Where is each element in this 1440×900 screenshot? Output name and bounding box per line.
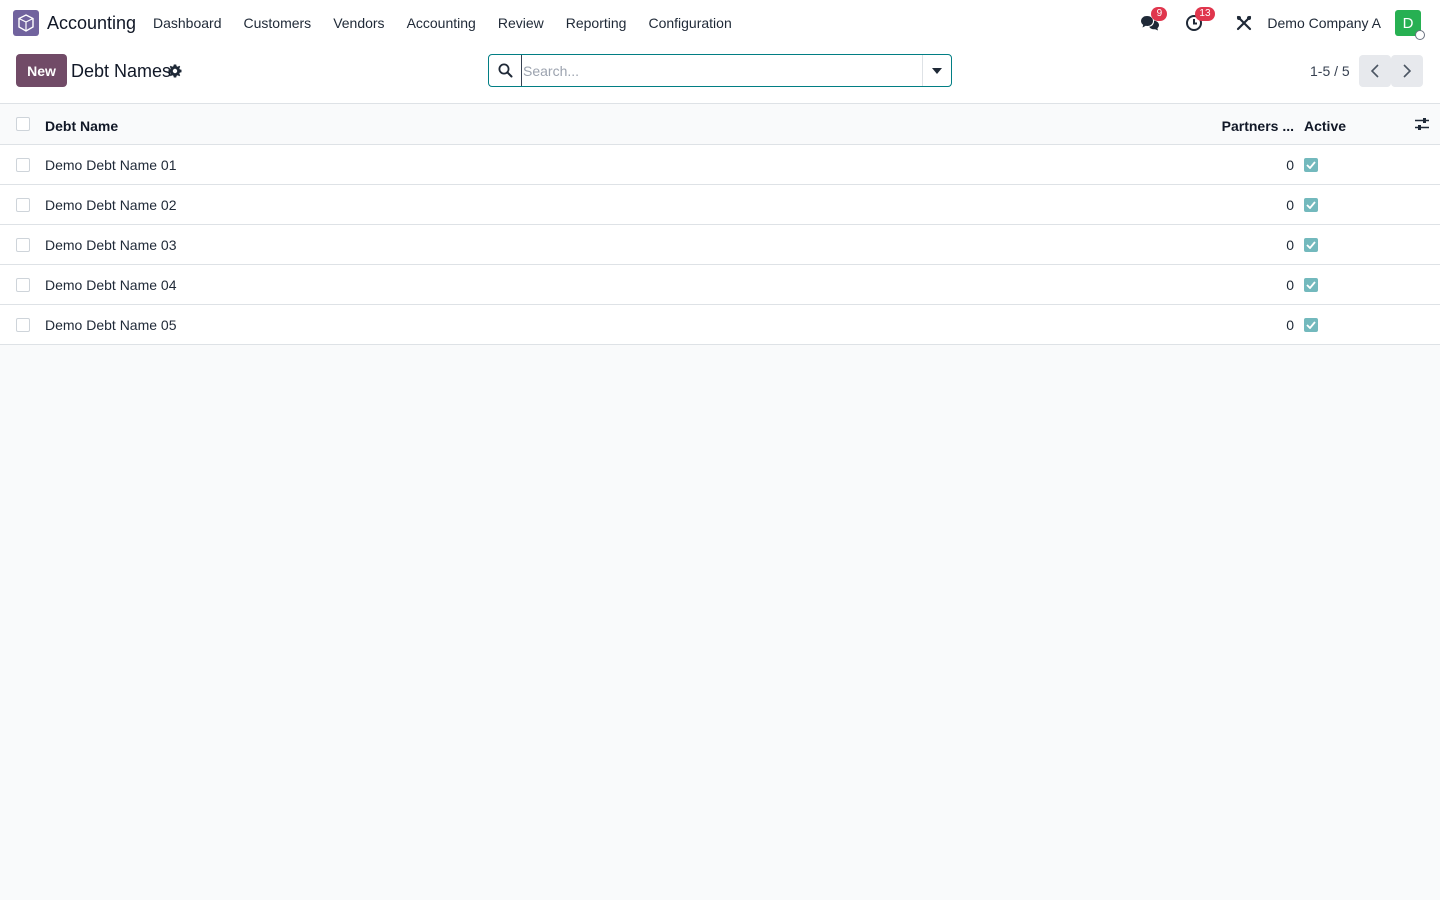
gear-icon[interactable] [168,64,182,81]
menu-review[interactable]: Review [487,0,555,46]
active-checked-icon [1304,158,1318,172]
column-header-partners[interactable]: Partners ... [1222,118,1294,134]
debt-name-cell: Demo Debt Name 04 [45,277,177,293]
partners-count-cell: 0 [1286,277,1294,293]
table-row[interactable]: Demo Debt Name 04 0 [0,265,1440,305]
debt-names-list: Debt Name Partners ... Active Demo Debt … [0,104,1440,345]
table-row[interactable]: Demo Debt Name 01 0 [0,145,1440,185]
partners-count-cell: 0 [1286,157,1294,173]
column-header-debt-name[interactable]: Debt Name [45,118,118,134]
column-header-active[interactable]: Active [1304,118,1346,134]
menu-customers[interactable]: Customers [233,0,323,46]
tools-icon [1237,15,1252,31]
row-checkbox[interactable] [16,238,30,252]
partners-count-cell: 0 [1286,317,1294,333]
pager-previous-button[interactable] [1359,55,1391,87]
company-switcher[interactable]: Demo Company A [1267,15,1381,31]
debug-tools-button[interactable] [1231,10,1257,36]
menu-accounting[interactable]: Accounting [396,0,487,46]
debt-name-cell: Demo Debt Name 01 [45,157,177,173]
active-checked-icon [1304,238,1318,252]
top-navbar: Accounting Dashboard Customers Vendors A… [0,0,1440,46]
accounting-app-icon [18,14,34,32]
chevron-left-icon [1371,64,1379,78]
select-all-checkbox[interactable] [16,117,30,131]
messages-button[interactable]: 9 [1137,7,1168,36]
active-checked-icon [1304,318,1318,332]
menu-dashboard[interactable]: Dashboard [142,0,233,46]
pager-value[interactable]: 1-5 / 5 [1310,63,1350,79]
main-menu: Dashboard Customers Vendors Accounting R… [142,0,743,46]
control-panel: New Debt Names 1-5 / 5 [0,46,1440,104]
page-title: Debt Names [71,61,172,81]
optional-columns-icon[interactable] [1414,117,1430,134]
app-name[interactable]: Accounting [47,13,136,34]
messages-badge: 9 [1151,7,1168,21]
row-checkbox[interactable] [16,278,30,292]
partners-count-cell: 0 [1286,197,1294,213]
menu-vendors[interactable]: Vendors [322,0,395,46]
debt-name-cell: Demo Debt Name 02 [45,197,177,213]
menu-configuration[interactable]: Configuration [637,0,742,46]
active-cell [1304,197,1318,212]
new-button[interactable]: New [16,54,67,87]
row-checkbox[interactable] [16,318,30,332]
debt-name-cell: Demo Debt Name 03 [45,237,177,253]
search-input[interactable] [521,55,922,86]
table-row[interactable]: Demo Debt Name 05 0 [0,305,1440,345]
search-options-toggle[interactable] [922,55,951,86]
active-cell [1304,237,1318,252]
pager-next-button[interactable] [1391,55,1423,87]
active-cell [1304,277,1318,292]
search-icon [489,63,521,78]
active-cell [1304,157,1318,172]
menu-reporting[interactable]: Reporting [555,0,638,46]
systray: 9 13 Demo Company A D [1137,0,1440,46]
presence-status-icon [1415,30,1425,40]
active-cell [1304,317,1318,332]
activities-badge: 13 [1195,7,1215,21]
caret-down-icon [932,67,942,74]
row-checkbox[interactable] [16,158,30,172]
table-row[interactable]: Demo Debt Name 02 0 [0,185,1440,225]
active-checked-icon [1304,198,1318,212]
search-bar [488,54,952,87]
table-header: Debt Name Partners ... Active [0,104,1440,145]
row-checkbox[interactable] [16,198,30,212]
apps-menu-icon[interactable] [13,10,39,36]
chevron-right-icon [1403,64,1411,78]
user-avatar[interactable]: D [1395,10,1425,40]
avatar-initial: D [1402,14,1414,32]
active-checked-icon [1304,278,1318,292]
table-row[interactable]: Demo Debt Name 03 0 [0,225,1440,265]
debt-name-cell: Demo Debt Name 05 [45,317,177,333]
activities-button[interactable]: 13 [1181,7,1215,36]
partners-count-cell: 0 [1286,237,1294,253]
